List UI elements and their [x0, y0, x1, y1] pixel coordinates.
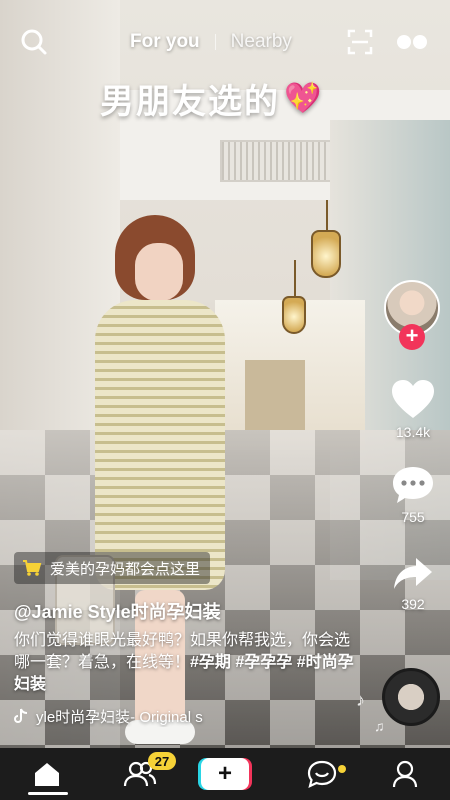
comment-button[interactable]: 755 — [384, 465, 442, 525]
share-count: 392 — [401, 596, 425, 612]
share-arrow-icon — [394, 558, 432, 589]
search-icon[interactable] — [18, 26, 50, 58]
shop-tag[interactable]: 爱美的孕妈都会点这里 — [14, 552, 211, 584]
like-button[interactable]: 13.4k — [384, 378, 442, 440]
lamp — [282, 296, 306, 334]
inbox-icon — [307, 760, 337, 788]
tab-nearby[interactable]: Nearby — [231, 31, 292, 53]
friends-badge: 27 — [148, 752, 176, 770]
lamp — [311, 230, 341, 278]
music-note-icon: ♫ — [374, 718, 385, 734]
create-icon: + — [201, 758, 249, 790]
nav-profile[interactable] — [380, 748, 430, 800]
person-dress — [95, 300, 225, 590]
nav-inbox[interactable] — [292, 748, 352, 800]
tiktok-note-icon — [14, 708, 28, 723]
person-face — [135, 243, 183, 301]
feed-tabs: For you Nearby — [130, 28, 292, 56]
tab-divider — [214, 34, 216, 50]
like-count: 13.4k — [395, 424, 431, 440]
music-title: yle时尚孕妇装- Original s — [36, 708, 203, 726]
home-active-indicator — [28, 792, 68, 795]
follow-button[interactable]: + — [399, 324, 425, 350]
inbox-notification-dot — [338, 765, 346, 773]
lamp-chain — [294, 260, 296, 298]
scan-icon[interactable] — [344, 26, 376, 58]
live-dots-icon[interactable] — [394, 28, 430, 56]
video-overlay-caption: 男朋友选的 💖 — [100, 74, 323, 123]
shop-tag-label: 爱美的孕妈都会点这里 — [50, 560, 201, 578]
profile-icon — [392, 760, 418, 788]
creator-username[interactable]: @Jamie Style时尚孕妇装 — [14, 598, 221, 624]
video-doorway — [245, 360, 305, 430]
shopping-cart-icon — [23, 560, 42, 576]
home-icon — [35, 763, 59, 786]
post-description: 你们觉得谁眼光最好鸭？如果你帮我选，你会选哪一套？着急，在线等！#孕期 #孕孕孕… — [14, 630, 364, 696]
comment-count: 755 — [401, 509, 425, 525]
heart-icon — [392, 380, 434, 418]
overlay-caption-emoji: 💖 — [284, 82, 324, 115]
comment-icon — [393, 467, 433, 503]
top-bar: For you Nearby — [0, 0, 450, 80]
music-disc[interactable] — [382, 668, 440, 726]
share-button[interactable]: 392 — [384, 556, 442, 612]
nav-create[interactable]: + — [196, 748, 254, 800]
lamp-chain — [326, 200, 328, 232]
creator-avatar-group: + — [384, 280, 442, 350]
music-info[interactable]: yle时尚孕妇装- Original s — [14, 705, 249, 727]
tab-for-you[interactable]: For you — [130, 31, 200, 53]
overlay-caption-text: 男朋友选的 — [100, 83, 280, 121]
